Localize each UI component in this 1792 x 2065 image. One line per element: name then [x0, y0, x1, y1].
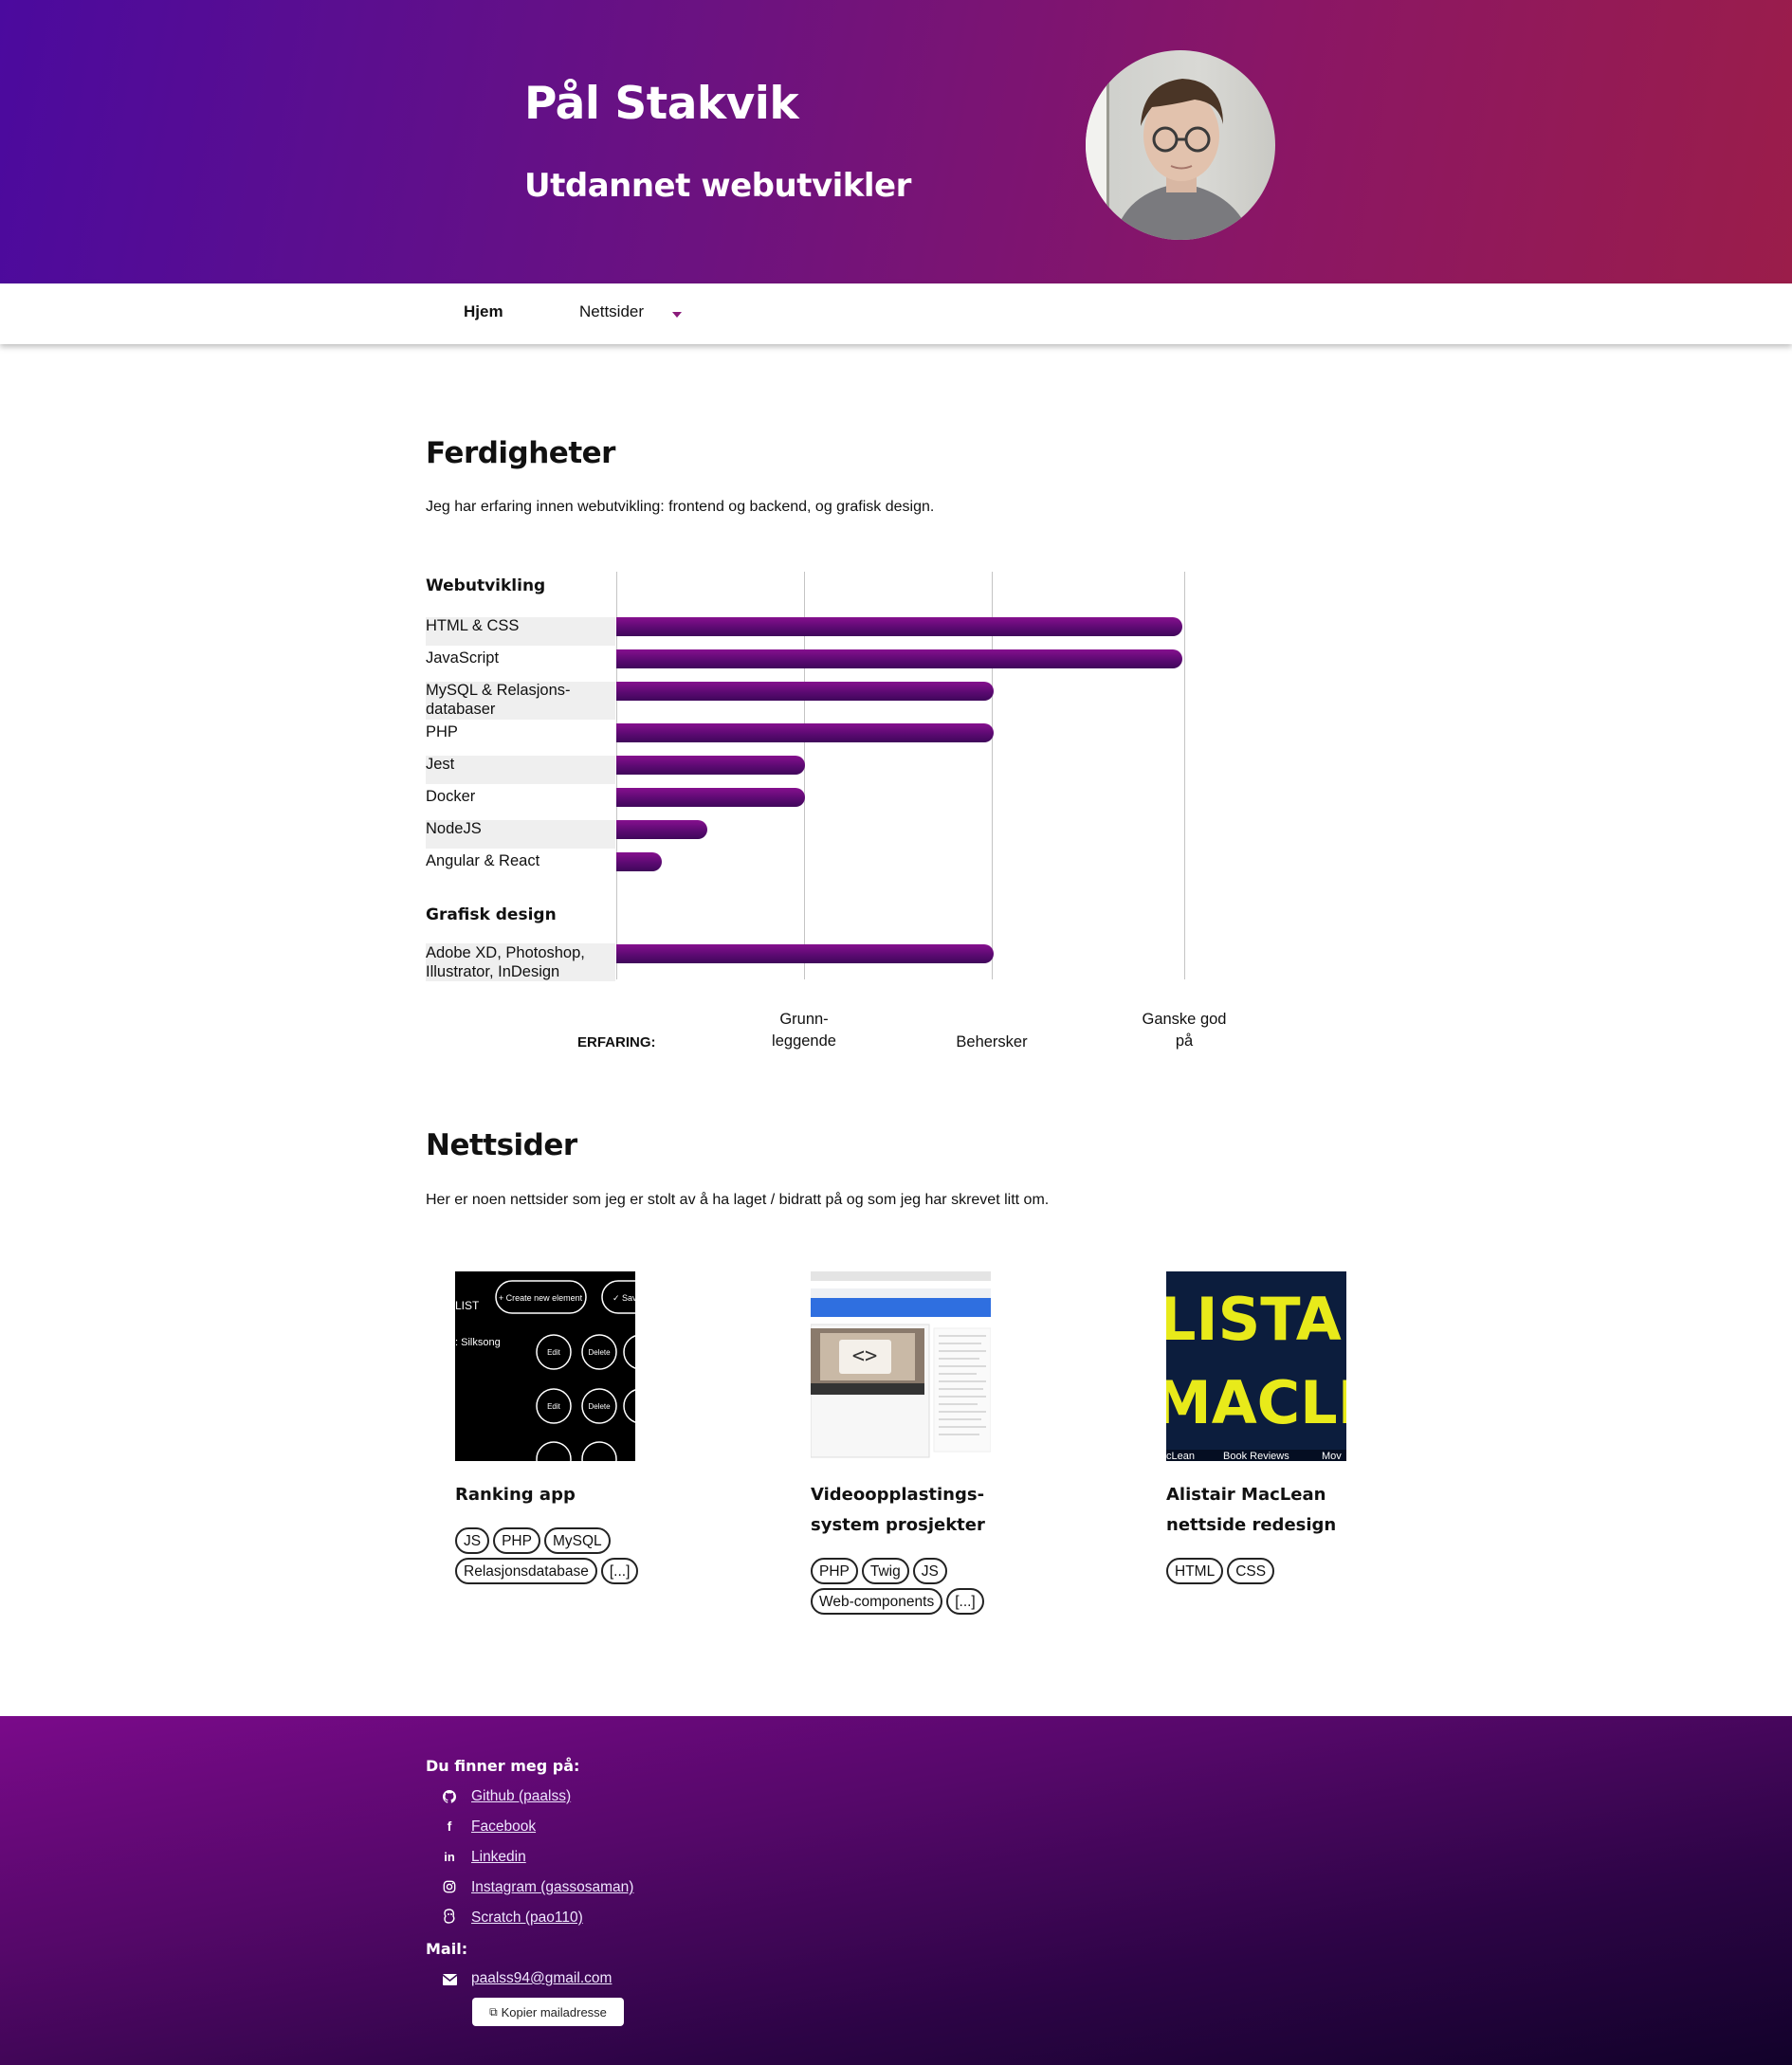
tag: JS [455, 1527, 490, 1554]
thumb-delete-button: Delete [588, 1348, 611, 1357]
page-header: Pål Stakvik Utdannet webutvikler [0, 0, 1792, 283]
skill-label: Angular & React [426, 852, 540, 869]
project-title[interactable]: Alistair MacLean nettside redesign [1166, 1480, 1356, 1541]
thumb-headline: MACLEAN [1166, 1368, 1346, 1437]
tag: PHP [493, 1527, 540, 1554]
skill-label: Adobe XD, Photoshop, Illustrator, InDesi… [426, 944, 585, 980]
copy-email-label: Kopier mailadresse [501, 2004, 607, 2019]
axis-level-label: Behersker [956, 1033, 1028, 1051]
thumb-nav-item: Mov [1322, 1451, 1342, 1461]
tag: JS [912, 1558, 947, 1584]
mail-heading: Mail: [426, 1940, 468, 1958]
category-heading: Grafisk design [426, 905, 557, 924]
thumb-list-label: LIST [455, 1299, 480, 1312]
tag: PHP [811, 1558, 858, 1584]
thumb-headline: LISTAIR [1166, 1285, 1346, 1354]
thumb-item-label: : Silksong [455, 1337, 501, 1348]
tag: [...] [946, 1588, 984, 1615]
linkedin-icon: in [444, 1849, 455, 1864]
thumb-nav-item: Book Reviews [1223, 1451, 1289, 1461]
projects-heading: Nettsider [426, 1128, 577, 1162]
skill-bar [616, 682, 994, 701]
skill-label: JavaScript [426, 649, 500, 667]
project-thumbnail[interactable]: <> [811, 1271, 991, 1461]
project-title[interactable]: Ranking app [455, 1480, 673, 1510]
nav-home[interactable]: Hjem [464, 302, 503, 321]
project-thumbnail[interactable]: LISTAIR MACLEAN cLean Book Reviews Mov [1166, 1271, 1346, 1461]
instagram-link[interactable]: Instagram (gassosaman) [471, 1879, 633, 1896]
tag: MySQL [543, 1527, 611, 1554]
caret-down-icon[interactable] [672, 312, 682, 318]
skill-bar [616, 617, 1182, 636]
skill-label: Jest [426, 756, 455, 773]
thumb-edit-button: Edit [547, 1402, 561, 1411]
page-footer [0, 1716, 1792, 2065]
category-heading: Webutvikling [426, 576, 546, 595]
tag: Web-components [811, 1588, 943, 1615]
facebook-icon: f [447, 1818, 452, 1834]
project-title[interactable]: Videoopplastings-system prosjekter [811, 1480, 1000, 1541]
github-icon [442, 1789, 457, 1804]
nav-nettsider[interactable]: Nettsider [579, 302, 644, 321]
thumb-save-button: ✓ Save [613, 1293, 635, 1303]
thumb-create-button: + Create new element [499, 1293, 583, 1303]
linkedin-link[interactable]: Linkedin [471, 1849, 526, 1866]
skill-bar [616, 723, 994, 742]
tag-list: HTML CSS [1166, 1558, 1356, 1584]
email-link[interactable]: paalss94@gmail.com [471, 1970, 612, 1987]
axis-level-label: Ganske god på [1142, 1011, 1227, 1050]
skill-label: Docker [426, 788, 476, 805]
tag: Relasjonsdatabase [455, 1558, 597, 1584]
skill-bar [616, 788, 805, 807]
scratch-link[interactable]: Scratch (pao110) [471, 1910, 583, 1927]
avatar [1086, 50, 1275, 240]
projects-intro: Her er noen nettsider som jeg er stolt a… [426, 1192, 1050, 1208]
tag: CSS [1227, 1558, 1275, 1584]
project-card[interactable]: <> Videoopplastings-system prosjekter PH… [811, 1271, 1095, 1651]
author-name: Pål Stakvik [524, 78, 799, 130]
skill-bar [616, 756, 805, 775]
scratch-icon [442, 1909, 457, 1924]
thumb-delete-button: Delete [588, 1402, 611, 1411]
tag: HTML [1166, 1558, 1224, 1584]
instagram-icon [442, 1879, 457, 1894]
main-nav: Hjem Nettsider [0, 283, 1792, 344]
skill-label: PHP [426, 723, 458, 740]
project-card[interactable]: LISTAIR MACLEAN cLean Book Reviews Mov A… [1166, 1271, 1451, 1594]
axis-level-label: Grunn-leggende [772, 1011, 836, 1050]
skills-heading: Ferdigheter [426, 436, 615, 470]
tag: Twig [861, 1558, 909, 1584]
project-card[interactable]: + Create new element ✓ Save LIST : Silks… [455, 1271, 740, 1632]
find-me-heading: Du finner meg på: [426, 1757, 580, 1775]
copy-email-button[interactable]: ⧉ Kopier mailadresse [472, 1998, 624, 2026]
copy-icon: ⧉ [489, 2004, 498, 2019]
envelope-icon [442, 1972, 457, 1987]
skill-label: NodeJS [426, 820, 482, 837]
skill-label: HTML & CSS [426, 617, 520, 634]
facebook-link[interactable]: Facebook [471, 1818, 536, 1836]
skill-label: MySQL & Relasjons-databaser [426, 682, 571, 718]
skill-bar [616, 649, 1182, 668]
skills-chart: Webutvikling HTML & CSS JavaScript MySQL… [426, 572, 1260, 1065]
skill-bar [616, 852, 662, 871]
tag-list: JS PHP MySQL Relasjonsdatabase [...] [455, 1527, 645, 1584]
tag-list: PHP Twig JS Web-components [...] [811, 1558, 1000, 1615]
author-title: Utdannet webutvikler [524, 167, 911, 205]
tag: [...] [600, 1558, 639, 1584]
thumb-nav-item: cLean [1166, 1451, 1195, 1461]
svg-text:<>: <> [852, 1344, 878, 1368]
axis-title: ERFARING: [577, 1034, 656, 1051]
skill-bar [616, 944, 994, 963]
thumb-edit-button: Edit [547, 1348, 561, 1357]
github-link[interactable]: Github (paalss) [471, 1788, 571, 1805]
project-thumbnail[interactable]: + Create new element ✓ Save LIST : Silks… [455, 1271, 635, 1461]
gridline-3 [1184, 572, 1185, 979]
skills-intro: Jeg har erfaring innen webutvikling: fro… [426, 499, 935, 515]
skill-bar [616, 820, 707, 839]
